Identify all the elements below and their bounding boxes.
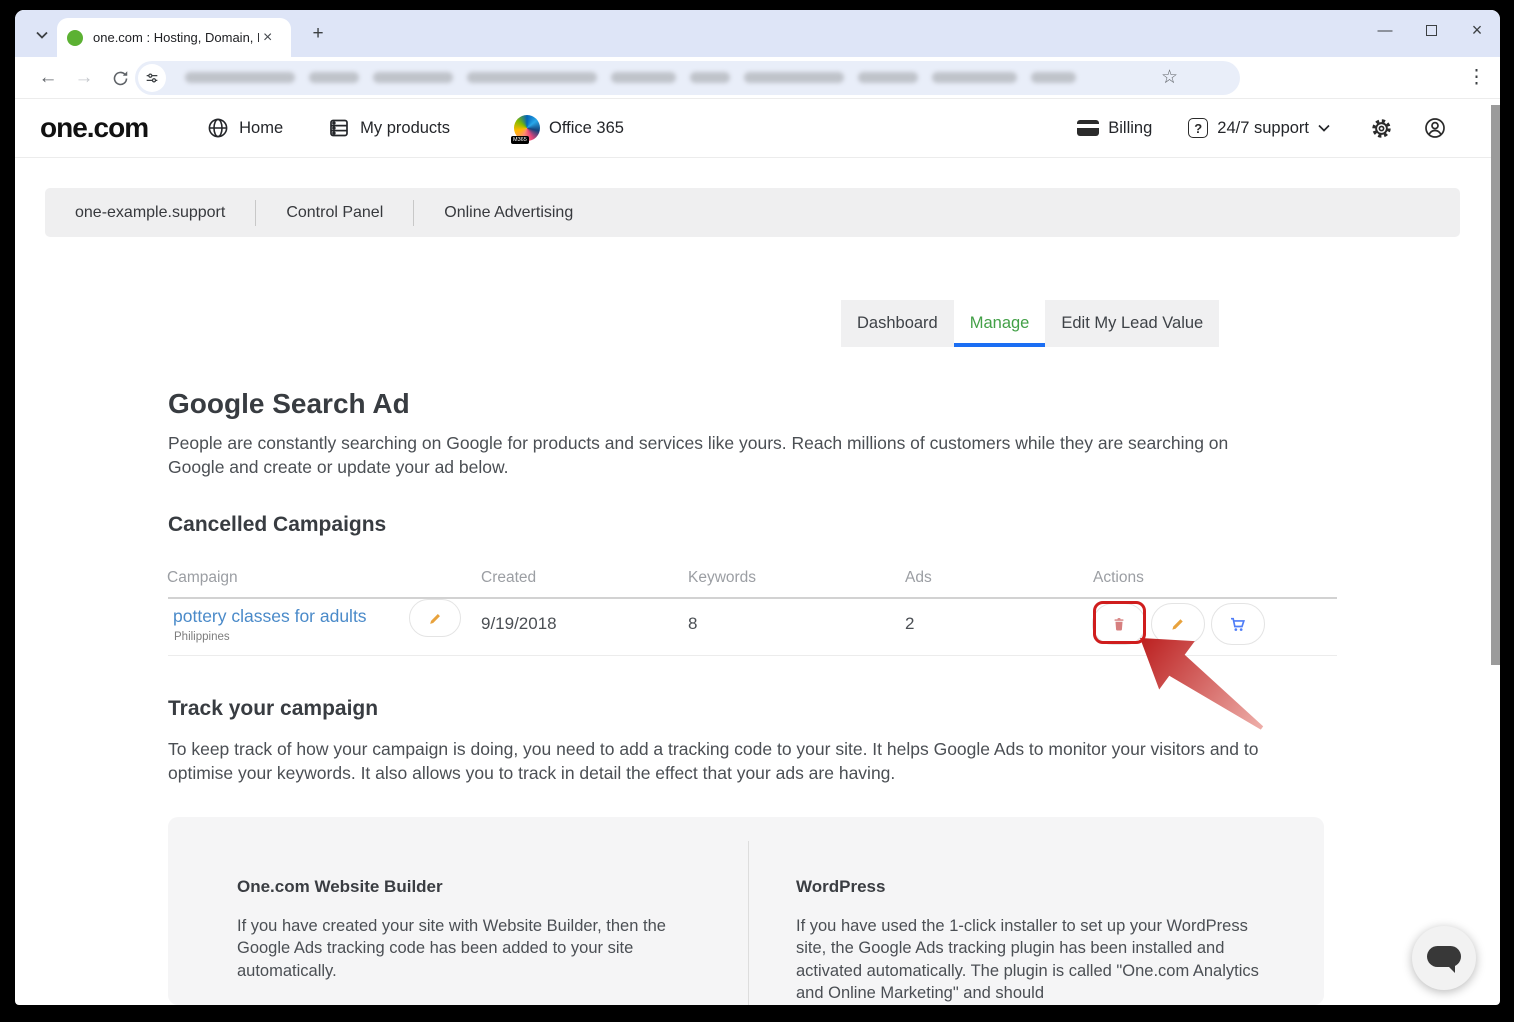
pencil-icon (1169, 615, 1187, 633)
maximize-button[interactable] (1408, 10, 1454, 50)
minimize-button[interactable]: — (1362, 10, 1408, 50)
nav-office365-label: Office 365 (549, 119, 624, 138)
billing-button[interactable]: Billing (1077, 119, 1152, 138)
office365-icon: M365 (514, 115, 540, 141)
tracking-info-panel: One.com Website Builder If you have crea… (168, 817, 1324, 1005)
browser-window: one.com : Hosting, Domain, Em × + — × ← … (15, 10, 1500, 1005)
annotation-highlight-box (1093, 601, 1146, 644)
edit-campaign-button[interactable] (1151, 603, 1205, 645)
nav-my-products[interactable]: My products (327, 116, 450, 140)
account-icon (1423, 116, 1447, 140)
globe-icon (206, 116, 230, 140)
help-icon: ? (1188, 118, 1208, 138)
account-button[interactable] (1423, 116, 1447, 140)
cart-icon (1228, 614, 1248, 634)
breadcrumb-domain[interactable]: one-example.support (45, 204, 255, 222)
campaign-name-link[interactable]: pottery classes for adults (173, 606, 367, 627)
site-favicon (67, 30, 83, 46)
products-list-icon (327, 116, 351, 140)
column-header-keywords: Keywords (688, 569, 756, 587)
panel-divider (748, 841, 749, 1005)
campaign-ads-cell: 2 (905, 614, 914, 634)
browser-toolbar: ← → ☆ ⋮ (15, 57, 1500, 99)
support-label: 24/7 support (1217, 119, 1309, 138)
campaign-keywords-cell: 8 (688, 614, 697, 634)
bookmark-star-icon[interactable]: ☆ (1161, 66, 1178, 89)
forward-button: → (71, 65, 97, 91)
tab-edit-my-lead-value[interactable]: Edit My Lead Value (1045, 300, 1219, 347)
maximize-icon (1426, 25, 1437, 36)
settings-button[interactable] (1370, 117, 1393, 140)
office365-badge: M365 (511, 136, 529, 144)
wordpress-title: WordPress (796, 877, 1266, 897)
site-header: one.com Home My products M365 Office 365 (15, 99, 1491, 158)
chevron-down-icon (1318, 124, 1330, 132)
reload-icon (111, 69, 130, 88)
breadcrumb-online-advertising[interactable]: Online Advertising (414, 204, 603, 222)
nav-home-label: Home (239, 119, 283, 138)
tune-icon (144, 70, 160, 86)
campaign-created-cell: 9/19/2018 (481, 614, 557, 634)
window-controls: — × (1362, 10, 1500, 50)
page-title: Google Search Ad (168, 388, 410, 420)
back-button[interactable]: ← (35, 65, 61, 91)
table-header-rule (168, 597, 1337, 599)
close-window-button[interactable]: × (1454, 10, 1500, 50)
onecom-logo[interactable]: one.com (40, 112, 148, 144)
billing-label: Billing (1108, 119, 1152, 138)
close-icon: × (1472, 20, 1483, 41)
website-builder-title: One.com Website Builder (237, 877, 692, 897)
breadcrumb-control-panel[interactable]: Control Panel (256, 204, 413, 222)
pencil-icon (427, 610, 444, 627)
billing-card-icon (1077, 120, 1099, 136)
site-controls-button[interactable] (138, 64, 166, 92)
section-tabs: Dashboard Manage Edit My Lead Value (841, 300, 1219, 347)
browser-tabstrip: one.com : Hosting, Domain, Em × + — × (15, 10, 1500, 57)
table-row-rule (168, 655, 1337, 656)
campaign-location: Philippines (174, 631, 230, 643)
column-header-created: Created (481, 569, 536, 587)
tab-dashboard[interactable]: Dashboard (841, 300, 954, 347)
column-header-ads: Ads (905, 569, 932, 587)
track-campaign-heading: Track your campaign (168, 697, 378, 721)
browser-menu-button[interactable]: ⋮ (1467, 66, 1486, 89)
tab-close-icon[interactable]: × (263, 30, 272, 46)
nav-my-products-label: My products (360, 119, 450, 138)
wordpress-text: If you have used the 1-click installer t… (796, 915, 1266, 1004)
reorder-campaign-button[interactable] (1211, 603, 1265, 645)
support-menu[interactable]: ? 24/7 support (1188, 118, 1330, 138)
website-builder-text: If you have created your site with Websi… (237, 915, 692, 982)
new-tab-button[interactable]: + (306, 22, 330, 46)
tab-search-button[interactable] (29, 24, 55, 46)
chat-bubble-icon (1427, 946, 1461, 967)
column-header-campaign: Campaign (167, 569, 238, 587)
chat-support-button[interactable] (1412, 926, 1476, 990)
url-text-blurred (185, 72, 1076, 83)
tab-title: one.com : Hosting, Domain, Em (93, 30, 259, 45)
nav-office365[interactable]: M365 Office 365 (514, 115, 624, 141)
intro-text: People are constantly searching on Googl… (168, 432, 1268, 479)
reload-button[interactable] (107, 65, 133, 91)
browser-tab[interactable]: one.com : Hosting, Domain, Em × (57, 18, 291, 57)
page-scrollbar[interactable] (1491, 105, 1500, 665)
address-bar[interactable]: ☆ (135, 61, 1240, 95)
chevron-down-icon (36, 31, 48, 39)
breadcrumb: one-example.support Control Panel Online… (45, 188, 1460, 237)
cancelled-campaigns-heading: Cancelled Campaigns (168, 513, 386, 537)
gear-icon (1370, 117, 1393, 140)
nav-home[interactable]: Home (206, 116, 283, 140)
tab-manage[interactable]: Manage (954, 300, 1046, 347)
rename-campaign-button[interactable] (409, 599, 461, 637)
track-campaign-text: To keep track of how your campaign is do… (168, 738, 1308, 785)
column-header-actions: Actions (1093, 569, 1144, 587)
minimize-icon: — (1378, 22, 1393, 39)
